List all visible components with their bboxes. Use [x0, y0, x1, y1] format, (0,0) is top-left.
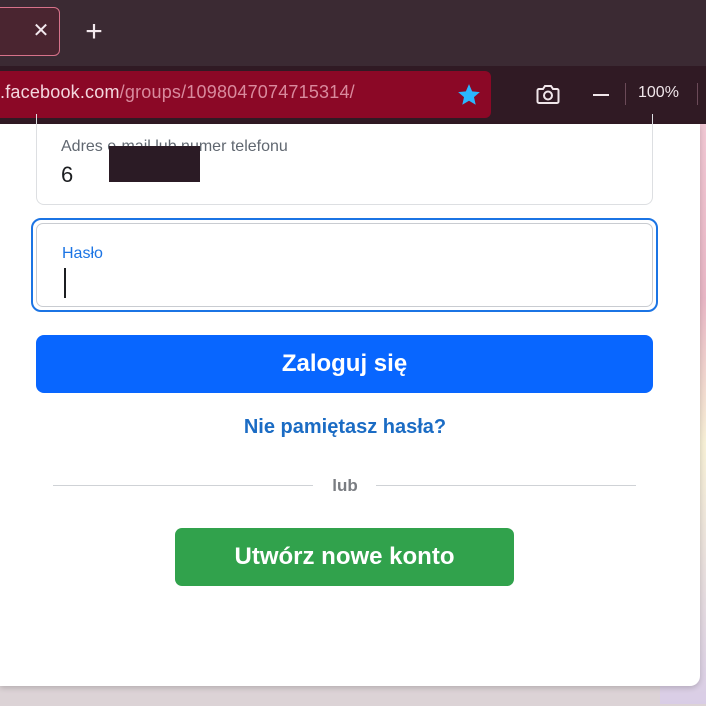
- browser-tab-bar: ✕ +: [0, 0, 706, 66]
- divider-right: [376, 485, 636, 486]
- plus-icon[interactable]: +: [80, 17, 108, 47]
- page-background: [0, 686, 706, 706]
- or-separator: lub: [332, 476, 358, 495]
- text-caret: [64, 268, 66, 298]
- password-label: Hasło: [62, 245, 103, 262]
- star-icon[interactable]: [456, 82, 482, 108]
- toolbar-divider: [625, 83, 626, 105]
- zoom-level[interactable]: 100%: [638, 84, 679, 102]
- redaction-box: [109, 146, 200, 182]
- url-path: /groups/1098047074715314/: [119, 82, 355, 102]
- divider-left: [53, 485, 313, 486]
- url-text: .facebook.com/groups/1098047074715314/: [0, 82, 355, 103]
- browser-tab[interactable]: ✕: [0, 7, 60, 56]
- camera-icon[interactable]: [536, 83, 560, 105]
- forgot-password-link[interactable]: Nie pamiętasz hasła?: [0, 416, 690, 439]
- email-field[interactable]: Adres e-mail lub numer telefonu 6 9: [36, 114, 653, 205]
- email-value-start: 6: [61, 162, 74, 187]
- login-card: Adres e-mail lub numer telefonu 6 9 Hasł…: [0, 114, 700, 686]
- address-bar[interactable]: .facebook.com/groups/1098047074715314/: [0, 71, 491, 118]
- login-button[interactable]: Zaloguj się: [36, 335, 653, 393]
- password-input[interactable]: Hasło: [36, 223, 653, 307]
- create-account-button[interactable]: Utwórz nowe konto: [175, 528, 514, 586]
- zoom-out-button[interactable]: [590, 81, 612, 107]
- url-host: facebook.com: [5, 82, 120, 102]
- password-field[interactable]: Hasło: [31, 218, 658, 312]
- close-icon[interactable]: ✕: [30, 18, 52, 44]
- toolbar-divider: [697, 83, 698, 105]
